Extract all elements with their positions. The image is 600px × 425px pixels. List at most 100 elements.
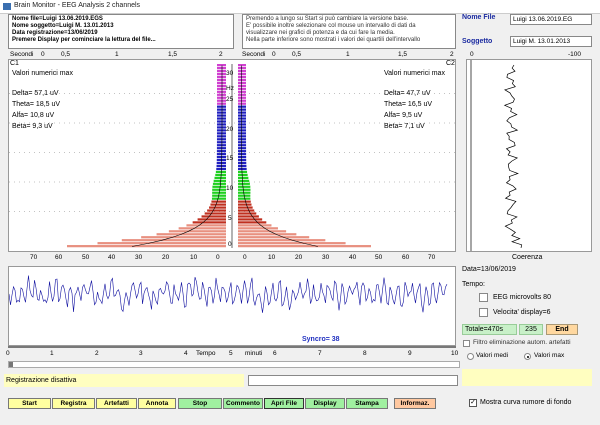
spectrum-bar-left	[216, 120, 226, 123]
spectrum-bar-left	[216, 135, 226, 138]
spectrum-bar-left	[121, 239, 226, 242]
commento-button[interactable]: Commento	[223, 398, 263, 409]
spectrum-bar-right	[238, 212, 257, 215]
amp-tick: 10	[268, 254, 276, 261]
help-line-2: E' possibile inoltre selezionare col mou…	[246, 23, 416, 29]
spectrum-bar-left	[216, 105, 226, 108]
amp-tick: 50	[375, 254, 383, 261]
artefatti-button[interactable]: Artefatti	[96, 398, 137, 409]
spectrum-bar-right	[238, 245, 371, 248]
channel-left-name: C1	[10, 60, 19, 67]
annota-button[interactable]: Annota	[138, 398, 176, 409]
spectrum-bar-right	[238, 170, 248, 174]
noise-curve-checkbox[interactable]: ✓	[469, 399, 477, 407]
info-date: Data registrazione=13/06/2019	[12, 30, 98, 36]
spectrum-bar-left	[67, 245, 226, 248]
coherence-panel	[466, 59, 592, 252]
help-info-box: Premendo a lungo su Start si può cambiar…	[242, 14, 456, 49]
eeg-trace-chart	[9, 275, 448, 313]
spectrum-bar-left	[209, 206, 226, 209]
amp-tick: 10	[190, 254, 198, 261]
registra-button[interactable]: Registra	[52, 398, 95, 409]
side-tempo: Tempo:	[462, 281, 485, 288]
spectrum-bar-left	[215, 173, 226, 177]
spectrum-bar-right	[238, 164, 247, 168]
spectrum-bar-right	[238, 197, 251, 200]
spectrum-bar-right	[238, 144, 247, 147]
file-info-box: Nome file=Luigi 13.06.2019.EGS Nome sogg…	[8, 14, 234, 49]
left-beta: Beta= 9,3 uV	[12, 123, 53, 130]
spectrum-bar-left	[207, 209, 226, 212]
time-tick: 1	[50, 350, 54, 357]
spectrum-bar-left	[212, 188, 226, 191]
secondi-label: Secondi	[10, 51, 34, 58]
spectrum-bar-left	[192, 221, 226, 224]
hz-tick: 20	[226, 126, 234, 133]
status-input[interactable]	[248, 375, 458, 386]
radio-valori-medi[interactable]	[467, 353, 474, 360]
amp-tick: 40	[349, 254, 357, 261]
spectrum-bar-right	[238, 105, 247, 108]
hz-unit: Hz	[226, 85, 234, 92]
sec-tick: 0,5	[292, 51, 302, 58]
end-button[interactable]: End	[546, 324, 578, 335]
informazioni-button[interactable]: Informaz.	[394, 398, 436, 409]
spectrum-bar-left	[216, 132, 226, 135]
filter-checkbox[interactable]	[463, 340, 470, 347]
soggetto-label: Soggetto	[462, 38, 493, 45]
spectrum-bar-left	[216, 138, 226, 141]
eeg-trace	[9, 275, 448, 313]
time-slider-thumb[interactable]	[9, 362, 13, 367]
spectrum-bar-right	[238, 111, 247, 114]
spectrum-bar-left	[216, 117, 226, 120]
help-line-1: Premendo a lungo su Start si può cambiar…	[246, 16, 409, 22]
spectrum-bar-left	[216, 129, 226, 132]
time-label: Tempo	[196, 350, 216, 357]
radio-valori-max[interactable]	[524, 353, 531, 360]
channel-right-name: C2	[446, 60, 455, 67]
start-button[interactable]: Start	[8, 398, 51, 409]
right-alfa: Alfa= 9,5 uV	[384, 112, 423, 119]
app-icon	[3, 3, 11, 10]
time-tick: 4	[184, 350, 188, 357]
spectrum-bar-right	[238, 123, 247, 126]
nome-file-field[interactable]: Luigi 13.06.2019.EG	[510, 14, 592, 25]
spectrum-bar-right	[238, 102, 247, 105]
amp-tick: 40	[108, 254, 116, 261]
display-button[interactable]: Display	[305, 398, 345, 409]
spectrum-bar-left	[216, 114, 226, 117]
eeg-trace-panel[interactable]	[8, 266, 456, 346]
spectrum-bar-right	[238, 209, 255, 212]
left-theta: Theta= 18,5 uV	[12, 101, 61, 108]
time-tick: 2	[95, 350, 99, 357]
spectrum-bar-left	[204, 212, 226, 215]
spectrum-bar-right	[238, 135, 247, 138]
spectrum-bar-right	[238, 150, 247, 153]
time-tick: 3	[139, 350, 143, 357]
velocita-spin[interactable]	[479, 308, 488, 317]
spectrum-bar-right	[238, 81, 247, 85]
amp-tick: 70	[428, 254, 436, 261]
apri-file-button[interactable]: Apri File	[264, 398, 304, 409]
spectrum-bar-right	[238, 182, 250, 185]
spectrum-bar-right	[238, 224, 272, 227]
spectrum-bar-right	[238, 132, 247, 135]
spectrum-bar-right	[238, 221, 267, 224]
time-slider[interactable]	[8, 361, 460, 368]
spectrum-bar-right	[238, 120, 247, 123]
spectrum-bar-left	[141, 236, 226, 239]
time-tick: 10	[451, 350, 459, 357]
spectrum-bar-left	[211, 200, 226, 203]
stampa-button[interactable]: Stampa	[346, 398, 388, 409]
soggetto-field[interactable]: Luigi M. 13.01.2013	[510, 36, 592, 47]
spectrum-bar-left	[178, 227, 226, 230]
spectrum-bar-left	[216, 141, 226, 144]
spectrum-bar-right	[238, 126, 247, 129]
spectrum-bar-left	[216, 81, 226, 85]
spectrum-bar-left	[216, 96, 226, 99]
stop-button[interactable]: Stop	[178, 398, 222, 409]
amp-tick: 30	[135, 254, 143, 261]
right-beta: Beta= 7,1 uV	[384, 123, 425, 130]
eeg-microvolts-spin[interactable]	[479, 293, 488, 302]
side-date: Data=13/06/2019	[462, 266, 516, 273]
